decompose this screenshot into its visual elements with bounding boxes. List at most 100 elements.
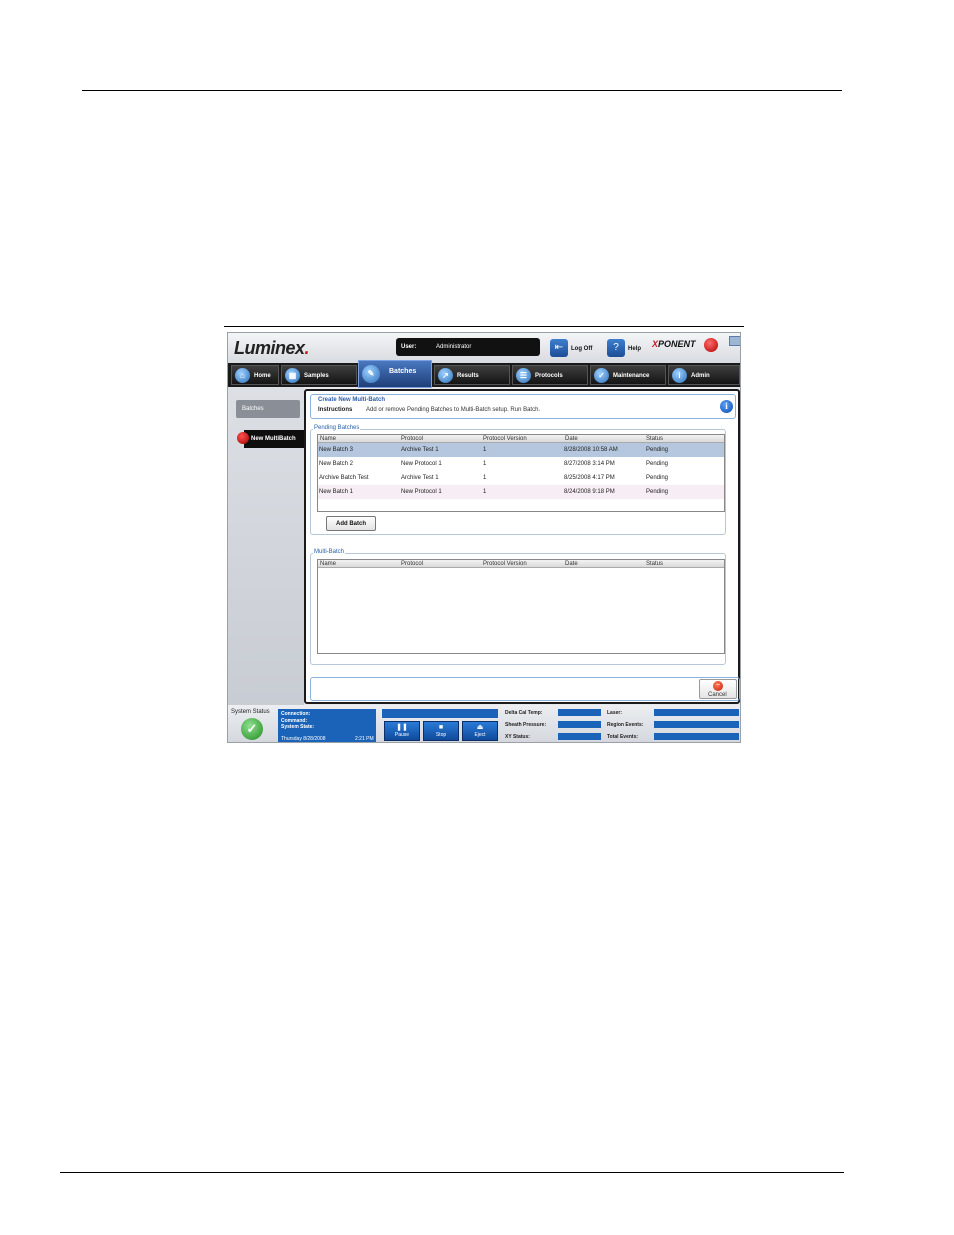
column-header[interactable]: Date bbox=[565, 436, 578, 442]
sidebar: Batches New MultiBatch bbox=[228, 387, 304, 705]
add-batch-button[interactable]: Add Batch bbox=[326, 516, 376, 531]
cell-version: 1 bbox=[483, 489, 487, 495]
tab-admin-label: Admin bbox=[691, 373, 710, 379]
active-indicator-icon bbox=[237, 432, 249, 444]
cell-protocol: Archive Test 1 bbox=[401, 447, 439, 453]
page-title: Create New Multi-Batch bbox=[318, 397, 386, 403]
main-panel: Create New Multi-Batch Instructions Add … bbox=[304, 389, 740, 704]
status-bar: System Status ✓ Connection: Command: Sys… bbox=[228, 705, 740, 742]
column-header[interactable]: Protocol Version bbox=[483, 561, 527, 567]
column-header[interactable]: Status bbox=[646, 561, 663, 567]
table-row[interactable]: New Batch 1 New Protocol 1 1 8/24/2008 9… bbox=[318, 485, 724, 499]
tab-results[interactable]: ↗ Results bbox=[434, 365, 510, 385]
app-header: Luminex. User: Administrator ⇤ Log Off ?… bbox=[228, 333, 740, 363]
cell-date: 8/27/2008 3:14 PM bbox=[564, 461, 615, 467]
cell-name: New Batch 1 bbox=[319, 489, 354, 495]
page-bottom-rule bbox=[60, 1172, 844, 1173]
tab-batches[interactable]: ✎ Batches bbox=[358, 360, 432, 388]
table-row[interactable]: New Batch 3 Archive Test 1 1 8/28/2008 1… bbox=[318, 443, 724, 457]
pause-label: Pause bbox=[394, 732, 410, 738]
cell-name: Archive Batch Test bbox=[319, 475, 369, 481]
pause-button[interactable]: ❚❚ Pause bbox=[384, 721, 420, 741]
delta-cal-temp-value bbox=[558, 709, 601, 716]
log-off-icon[interactable]: ⇤ bbox=[550, 339, 568, 357]
stop-icon: ■ bbox=[438, 724, 444, 731]
system-ok-icon[interactable]: ✓ bbox=[241, 718, 263, 740]
multi-batch-table: Name Protocol Protocol Version Date Stat… bbox=[317, 559, 725, 654]
luminex-logo: Luminex. bbox=[234, 338, 310, 358]
total-events-value bbox=[654, 733, 739, 740]
region-events-value bbox=[654, 721, 739, 728]
column-header[interactable]: Name bbox=[320, 436, 336, 442]
column-header[interactable]: Protocol Version bbox=[483, 436, 527, 442]
instructions-box: Create New Multi-Batch Instructions Add … bbox=[310, 394, 736, 419]
page-top-rule bbox=[82, 90, 842, 91]
tab-maintenance-label: Maintenance bbox=[613, 373, 650, 379]
table-row[interactable]: Archive Batch Test Archive Test 1 1 8/25… bbox=[318, 471, 724, 485]
total-events-label: Total Events: bbox=[607, 734, 639, 740]
cancel-label: Cancel bbox=[708, 692, 727, 698]
results-icon: ↗ bbox=[438, 368, 453, 383]
column-header[interactable]: Protocol bbox=[401, 436, 423, 442]
multi-batch-group: Multi-Batch Name Protocol Protocol Versi… bbox=[310, 549, 726, 665]
info-icon[interactable]: i bbox=[720, 400, 733, 413]
sidebar-item-batches[interactable]: Batches bbox=[236, 400, 300, 418]
connection-panel: Connection: Command: System State: Thurs… bbox=[278, 709, 376, 742]
tab-protocols[interactable]: ☰ Protocols bbox=[512, 365, 588, 385]
tab-protocols-label: Protocols bbox=[535, 373, 563, 379]
help-icon[interactable]: ? bbox=[607, 339, 625, 357]
stop-label: Stop bbox=[435, 732, 447, 738]
protocols-icon: ☰ bbox=[516, 368, 531, 383]
sheath-pressure-value bbox=[558, 721, 601, 728]
column-header[interactable]: Status bbox=[646, 436, 663, 442]
cancel-button[interactable]: − Cancel bbox=[699, 679, 737, 699]
column-header[interactable]: Name bbox=[320, 561, 336, 567]
laser-label: Laser: bbox=[607, 710, 623, 716]
cell-status: Pending bbox=[646, 475, 669, 481]
pending-batches-title: Pending Batches bbox=[313, 425, 361, 431]
multi-batch-title: Multi-Batch bbox=[313, 549, 346, 555]
tab-maintenance[interactable]: ✓ Maintenance bbox=[590, 365, 666, 385]
connection-label: Connection: bbox=[281, 711, 311, 717]
table-header: Name Protocol Protocol Version Date Stat… bbox=[318, 435, 724, 443]
tab-samples[interactable]: ▦ Samples bbox=[281, 365, 357, 385]
region-events-label: Region Events: bbox=[607, 722, 644, 728]
cell-name: New Batch 3 bbox=[319, 447, 354, 453]
minimize-icon[interactable] bbox=[729, 336, 740, 346]
sidebar-item-new-multibatch[interactable]: New MultiBatch bbox=[244, 430, 304, 448]
help-button[interactable]: Help bbox=[628, 346, 641, 352]
table-row[interactable]: New Batch 2 New Protocol 1 1 8/27/2008 3… bbox=[318, 457, 724, 471]
system-status-label: System Status bbox=[231, 709, 270, 715]
tab-batches-label: Batches bbox=[389, 368, 417, 375]
tab-admin[interactable]: i Admin bbox=[668, 365, 740, 385]
progress-bar bbox=[382, 709, 498, 718]
log-off-button[interactable]: Log Off bbox=[571, 346, 592, 352]
eject-button[interactable]: ⏏ Eject bbox=[462, 721, 498, 741]
tab-results-label: Results bbox=[457, 373, 479, 379]
tab-home[interactable]: ⌂ Home bbox=[231, 365, 279, 385]
cell-protocol: New Protocol 1 bbox=[401, 461, 442, 467]
column-header[interactable]: Date bbox=[565, 561, 578, 567]
sheath-pressure-label: Sheath Pressure: bbox=[505, 722, 547, 728]
status-date: Thursday 8/28/2008 bbox=[281, 736, 326, 742]
xponent-logo: XPONENT bbox=[652, 339, 696, 349]
xy-status-label: XY Status: bbox=[505, 734, 530, 740]
user-label: User: bbox=[401, 344, 417, 350]
delta-cal-temp-label: Delta Cal Temp: bbox=[505, 710, 543, 716]
stop-button[interactable]: ■ Stop bbox=[423, 721, 459, 741]
figure-top-rule bbox=[224, 326, 744, 327]
cell-version: 1 bbox=[483, 475, 487, 481]
cell-date: 8/28/2008 10:58 AM bbox=[564, 447, 618, 453]
pending-batches-group: Pending Batches Name Protocol Protocol V… bbox=[310, 425, 726, 535]
xponent-window: Luminex. User: Administrator ⇤ Log Off ?… bbox=[227, 332, 741, 743]
column-header[interactable]: Protocol bbox=[401, 561, 423, 567]
laser-value bbox=[654, 709, 739, 716]
action-bar: − Cancel bbox=[310, 677, 740, 701]
batches-icon: ✎ bbox=[362, 365, 380, 383]
admin-icon: i bbox=[672, 368, 687, 383]
cell-date: 8/24/2008 9:18 PM bbox=[564, 489, 615, 495]
user-display: User: Administrator bbox=[396, 338, 540, 356]
cancel-icon: − bbox=[713, 681, 723, 691]
table-header: Name Protocol Protocol Version Date Stat… bbox=[318, 560, 724, 568]
eject-label: Eject bbox=[474, 732, 486, 738]
